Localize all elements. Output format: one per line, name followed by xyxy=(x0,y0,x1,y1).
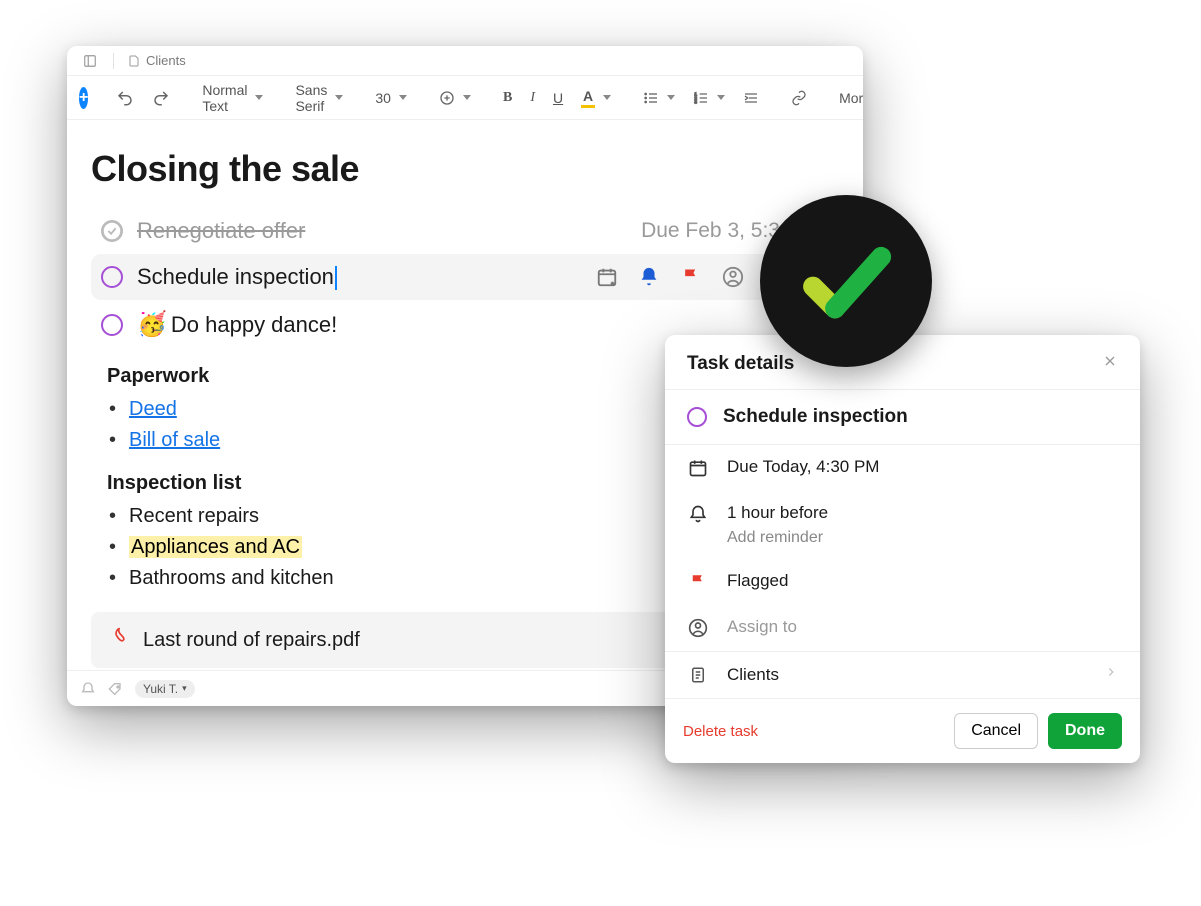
document-title[interactable]: Closing the sale xyxy=(91,148,839,190)
notebook-name: Clients xyxy=(727,665,779,685)
calendar-icon xyxy=(687,457,709,479)
close-button[interactable] xyxy=(1102,353,1118,375)
assign-placeholder: Assign to xyxy=(727,617,797,637)
task-row-done[interactable]: Renegotiate offer Due Feb 3, 5:30 PM xyxy=(91,208,839,254)
insert-plus-dropdown[interactable] xyxy=(435,86,475,110)
task-text: 🥳Do happy dance! xyxy=(137,310,337,339)
bullet-list-button[interactable] xyxy=(639,86,679,110)
done-button[interactable]: Done xyxy=(1048,713,1122,749)
italic-button[interactable]: I xyxy=(526,86,539,110)
more-button[interactable]: More xyxy=(835,86,863,110)
due-date-value: Due Today, 4:30 PM xyxy=(727,457,879,477)
check-badge xyxy=(760,195,932,367)
due-date-row[interactable]: Due Today, 4:30 PM xyxy=(665,445,1140,491)
redo-button[interactable] xyxy=(148,85,174,111)
note-icon xyxy=(687,664,709,686)
insert-button[interactable]: + xyxy=(79,87,88,109)
task-details-panel: Task details Schedule inspection Due Tod… xyxy=(665,335,1140,763)
person-icon xyxy=(687,617,709,639)
author-chip[interactable]: Yuki T. ▾ xyxy=(135,680,195,698)
attachment-name: Last round of repairs.pdf xyxy=(143,629,360,652)
undo-button[interactable] xyxy=(112,85,138,111)
flag-button[interactable] xyxy=(679,265,703,289)
task-checkbox[interactable] xyxy=(101,220,123,242)
author-name: Yuki T. xyxy=(143,682,178,696)
text-cursor xyxy=(335,266,337,290)
divider xyxy=(113,53,114,69)
font-family-select[interactable]: Sans Serif xyxy=(291,78,347,118)
reminder-button[interactable] xyxy=(637,265,661,289)
task-checkbox[interactable] xyxy=(101,266,123,288)
notebook-row[interactable]: Clients xyxy=(665,651,1140,698)
highlighted-text: Appliances and AC xyxy=(129,536,302,558)
top-strip: Clients xyxy=(67,46,863,76)
task-text: Renegotiate offer xyxy=(137,218,305,244)
underline-button[interactable]: U xyxy=(549,86,567,110)
flag-icon xyxy=(687,571,709,593)
svg-text:3: 3 xyxy=(694,99,697,104)
bell-icon xyxy=(687,503,709,525)
flag-value: Flagged xyxy=(727,571,788,591)
task-list: Renegotiate offer Due Feb 3, 5:30 PM Sch… xyxy=(91,208,839,349)
reminder-row[interactable]: 1 hour before Add reminder xyxy=(665,491,1140,559)
chevron-right-icon xyxy=(1104,664,1118,684)
flag-row[interactable]: Flagged xyxy=(665,559,1140,605)
cancel-button[interactable]: Cancel xyxy=(954,713,1038,749)
font-size-select[interactable]: 30 xyxy=(371,86,411,110)
reminder-value: 1 hour before xyxy=(727,503,828,522)
numbered-list-button[interactable]: 123 xyxy=(689,86,729,110)
task-checkbox[interactable] xyxy=(687,407,707,427)
breadcrumb-label: Clients xyxy=(146,53,186,68)
assign-button[interactable] xyxy=(721,265,745,289)
assign-row[interactable]: Assign to xyxy=(665,605,1140,651)
panel-footer: Delete task Cancel Done xyxy=(665,698,1140,763)
task-text[interactable]: Schedule inspection xyxy=(137,264,337,290)
editor-toolbar: + Normal Text Sans Serif 30 B I U A 123 xyxy=(67,76,863,120)
panel-title: Task details xyxy=(687,353,794,375)
set-due-date-button[interactable] xyxy=(595,265,619,289)
tag-footer-icon[interactable] xyxy=(107,680,125,698)
delete-task-link[interactable]: Delete task xyxy=(683,723,758,740)
text-color-button[interactable]: A xyxy=(577,84,615,112)
text-style-select[interactable]: Normal Text xyxy=(198,78,267,118)
indent-button[interactable] xyxy=(739,86,763,110)
expand-icon[interactable] xyxy=(81,52,99,70)
link-deed[interactable]: Deed xyxy=(129,398,177,420)
task-checkbox[interactable] xyxy=(101,314,123,336)
panel-task-title: Schedule inspection xyxy=(723,406,908,428)
task-row-active[interactable]: Schedule inspection xyxy=(91,254,839,300)
bold-button[interactable]: B xyxy=(499,86,516,110)
link-bill-of-sale[interactable]: Bill of sale xyxy=(129,429,220,451)
breadcrumb[interactable]: Clients xyxy=(128,53,186,68)
party-emoji-icon: 🥳 xyxy=(137,311,167,338)
link-button[interactable] xyxy=(787,86,811,110)
pdf-icon xyxy=(109,626,129,654)
reminder-footer-icon[interactable] xyxy=(79,680,97,698)
add-reminder-link[interactable]: Add reminder xyxy=(727,529,828,547)
panel-task-title-row[interactable]: Schedule inspection xyxy=(665,390,1140,445)
